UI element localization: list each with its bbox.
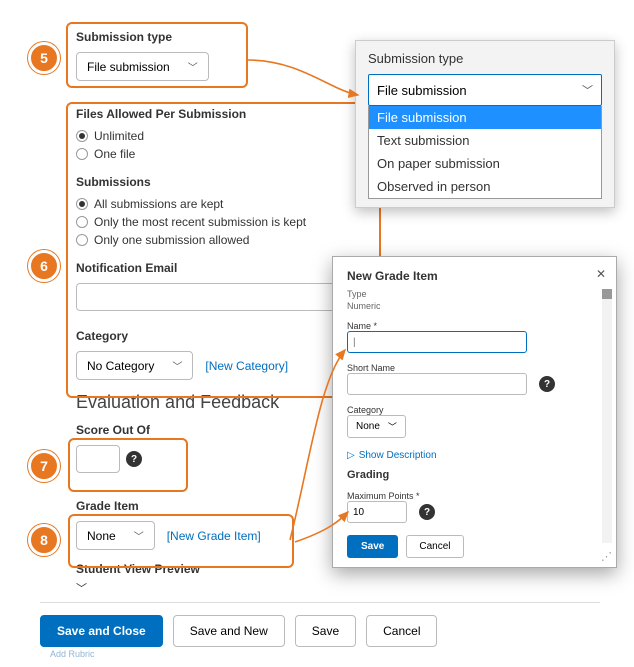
save-button[interactable]: Save — [295, 615, 356, 647]
help-icon[interactable]: ? — [539, 376, 555, 392]
submissions-option[interactable]: All submissions are kept — [76, 197, 376, 211]
short-name-label: Short Name — [347, 363, 606, 373]
submissions-option[interactable]: Only the most recent submission is kept — [76, 215, 376, 229]
help-icon[interactable]: ? — [419, 504, 435, 520]
score-label: Score Out Of — [76, 423, 376, 437]
files-allowed-option[interactable]: Unlimited — [76, 129, 376, 143]
popout-select[interactable]: File submission ﹀ — [368, 74, 602, 106]
submission-type-popout: Submission type File submission ﹀ File s… — [355, 40, 615, 208]
popout-options: File submission Text submission On paper… — [368, 106, 602, 199]
max-points-label: Maximum Points * — [347, 491, 606, 501]
type-label: Type — [347, 289, 606, 299]
category-label: Category — [76, 329, 376, 343]
submissions-group: All submissions are kept Only the most r… — [76, 197, 376, 247]
highlight-box-7 — [68, 438, 188, 492]
radio-icon — [76, 130, 88, 142]
max-points-input[interactable] — [347, 501, 407, 523]
popout-option[interactable]: Observed in person — [369, 175, 601, 198]
notification-email-input[interactable] — [76, 283, 366, 311]
category-dropdown[interactable]: No Category ﹀ — [76, 351, 193, 380]
save-and-new-button[interactable]: Save and New — [173, 615, 285, 647]
dialog-title: New Grade Item — [347, 269, 606, 283]
dialog-category-label: Category — [347, 405, 606, 415]
submissions-label: Submissions — [76, 175, 376, 189]
step-badge-5: 5 — [28, 42, 60, 74]
show-description-toggle[interactable]: ▷ Show Description — [347, 450, 606, 461]
add-rubric-link[interactable]: Add Rubric — [50, 649, 95, 659]
new-grade-item-dialog: New Grade Item ✕ Type Numeric Name * Sho… — [332, 256, 617, 568]
footer-actions: Save and Close Save and New Save Cancel — [40, 602, 600, 647]
radio-icon — [76, 216, 88, 228]
highlight-box-8 — [68, 514, 294, 568]
chevron-down-icon: ﹀ — [172, 358, 182, 373]
step-badge-6: 6 — [28, 250, 60, 282]
new-category-link[interactable]: [New Category] — [205, 359, 288, 373]
name-label: Name * — [347, 321, 606, 331]
files-allowed-label: Files Allowed Per Submission — [76, 107, 376, 121]
save-and-close-button[interactable]: Save and Close — [40, 615, 163, 647]
popout-option[interactable]: File submission — [369, 106, 601, 129]
cancel-button[interactable]: Cancel — [366, 615, 437, 647]
chevron-right-icon: ▷ — [347, 450, 355, 461]
highlight-box-5 — [66, 22, 248, 88]
dialog-save-button[interactable]: Save — [347, 535, 398, 558]
scrollbar[interactable] — [602, 289, 612, 543]
short-name-input[interactable] — [347, 373, 527, 395]
dialog-category-dropdown[interactable]: None ﹀ — [347, 415, 406, 438]
step-badge-7: 7 — [28, 450, 60, 482]
close-icon[interactable]: ✕ — [596, 267, 606, 281]
popout-option[interactable]: On paper submission — [369, 152, 601, 175]
popout-label: Submission type — [368, 51, 602, 66]
radio-icon — [76, 198, 88, 210]
category-value: No Category — [87, 359, 154, 373]
files-allowed-option[interactable]: One file — [76, 147, 376, 161]
files-allowed-group: Unlimited One file — [76, 129, 376, 161]
evaluation-heading: Evaluation and Feedback — [76, 392, 376, 413]
type-value: Numeric — [347, 301, 606, 311]
chevron-down-icon[interactable]: ﹀ — [76, 580, 376, 596]
chevron-down-icon: ﹀ — [582, 82, 593, 98]
grading-heading: Grading — [347, 469, 606, 481]
step-badge-8: 8 — [28, 524, 60, 556]
resize-handle[interactable]: ⋰ — [601, 550, 612, 563]
notification-label: Notification Email — [76, 261, 376, 275]
form-main: Submission type File submission ﹀ Files … — [76, 30, 376, 596]
radio-icon — [76, 148, 88, 160]
popout-option[interactable]: Text submission — [369, 129, 601, 152]
name-input[interactable] — [347, 331, 527, 353]
dialog-cancel-button[interactable]: Cancel — [406, 535, 463, 558]
radio-icon — [76, 234, 88, 246]
submissions-option[interactable]: Only one submission allowed — [76, 233, 376, 247]
grade-item-label: Grade Item — [76, 499, 376, 513]
chevron-down-icon: ﹀ — [388, 420, 397, 433]
scroll-thumb[interactable] — [602, 289, 612, 299]
